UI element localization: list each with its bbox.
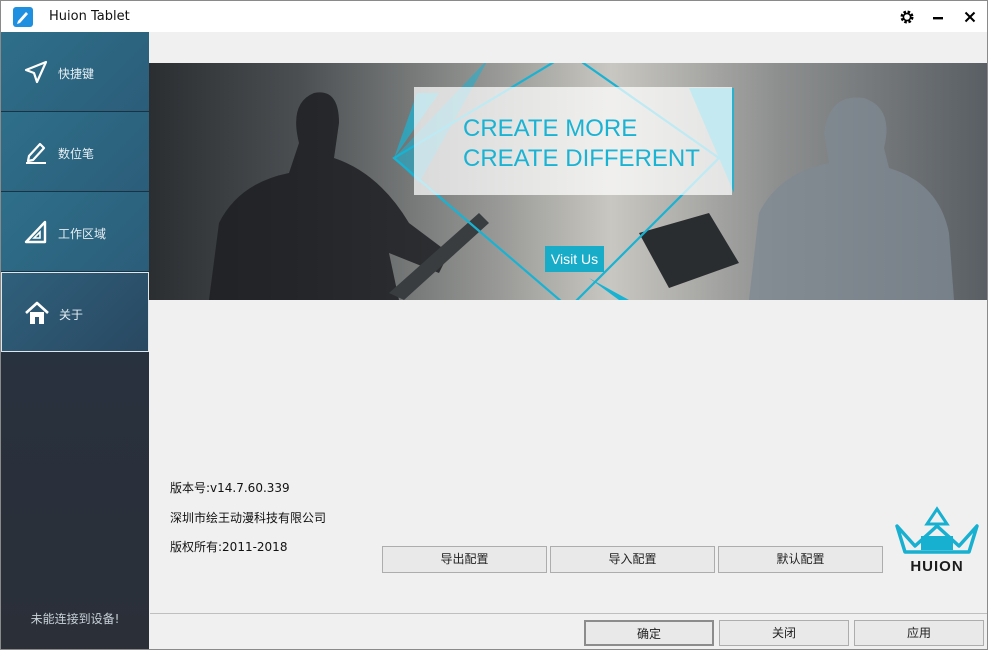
minimize-button[interactable]: [925, 5, 951, 29]
sidebar-item-label: 快捷键: [58, 67, 95, 81]
export-config-button[interactable]: 导出配置: [382, 546, 547, 573]
visit-us-button[interactable]: Visit Us: [545, 246, 604, 272]
window-title: Huion Tablet: [49, 9, 130, 24]
huion-logo-text: HUION: [910, 558, 964, 575]
footer-divider: [150, 613, 987, 614]
pen-icon: [26, 142, 46, 164]
work-area-icon: [24, 220, 47, 244]
send-icon: [24, 60, 48, 84]
title-bar: Huion Tablet: [1, 1, 987, 32]
company-text: 深圳市绘王动漫科技有限公司: [170, 511, 327, 525]
copyright-text: 版权所有:2011-2018: [170, 540, 288, 554]
sidebar: 快捷键 数位笔 工作区域 关于 未能连接到设备!: [1, 32, 149, 649]
default-config-button[interactable]: 默认配置: [718, 546, 883, 573]
sidebar-item-label: 关于: [59, 308, 84, 322]
sidebar-item-pen[interactable]: 数位笔: [1, 112, 149, 192]
version-text: 版本号:v14.7.60.339: [170, 481, 290, 495]
import-config-button[interactable]: 导入配置: [550, 546, 715, 573]
app-logo-icon: [13, 7, 33, 27]
banner-headline-1: CREATE MORE: [463, 115, 638, 142]
home-icon: [25, 301, 49, 324]
settings-gear-icon[interactable]: [894, 5, 920, 29]
sidebar-item-label: 数位笔: [58, 147, 95, 161]
sidebar-item-label: 工作区域: [58, 227, 107, 241]
banner-headline-2: CREATE DIFFERENT: [463, 145, 700, 172]
sidebar-item-shortcuts[interactable]: 快捷键: [1, 32, 149, 112]
sidebar-item-work-area[interactable]: 工作区域: [1, 192, 149, 272]
ok-button[interactable]: 确定: [584, 620, 714, 646]
app-window: Huion Tablet 快捷键 数位笔 工作区域 关于 未能连接到设备! CR…: [0, 0, 988, 650]
sidebar-item-about[interactable]: 关于: [1, 272, 149, 352]
promo-banner: CREATE MORE CREATE DIFFERENT Visit Us: [149, 63, 987, 300]
apply-button[interactable]: 应用: [854, 620, 984, 646]
device-status-text: 未能连接到设备!: [30, 612, 120, 626]
close-button[interactable]: 关闭: [719, 620, 849, 646]
close-window-button[interactable]: [957, 5, 983, 29]
